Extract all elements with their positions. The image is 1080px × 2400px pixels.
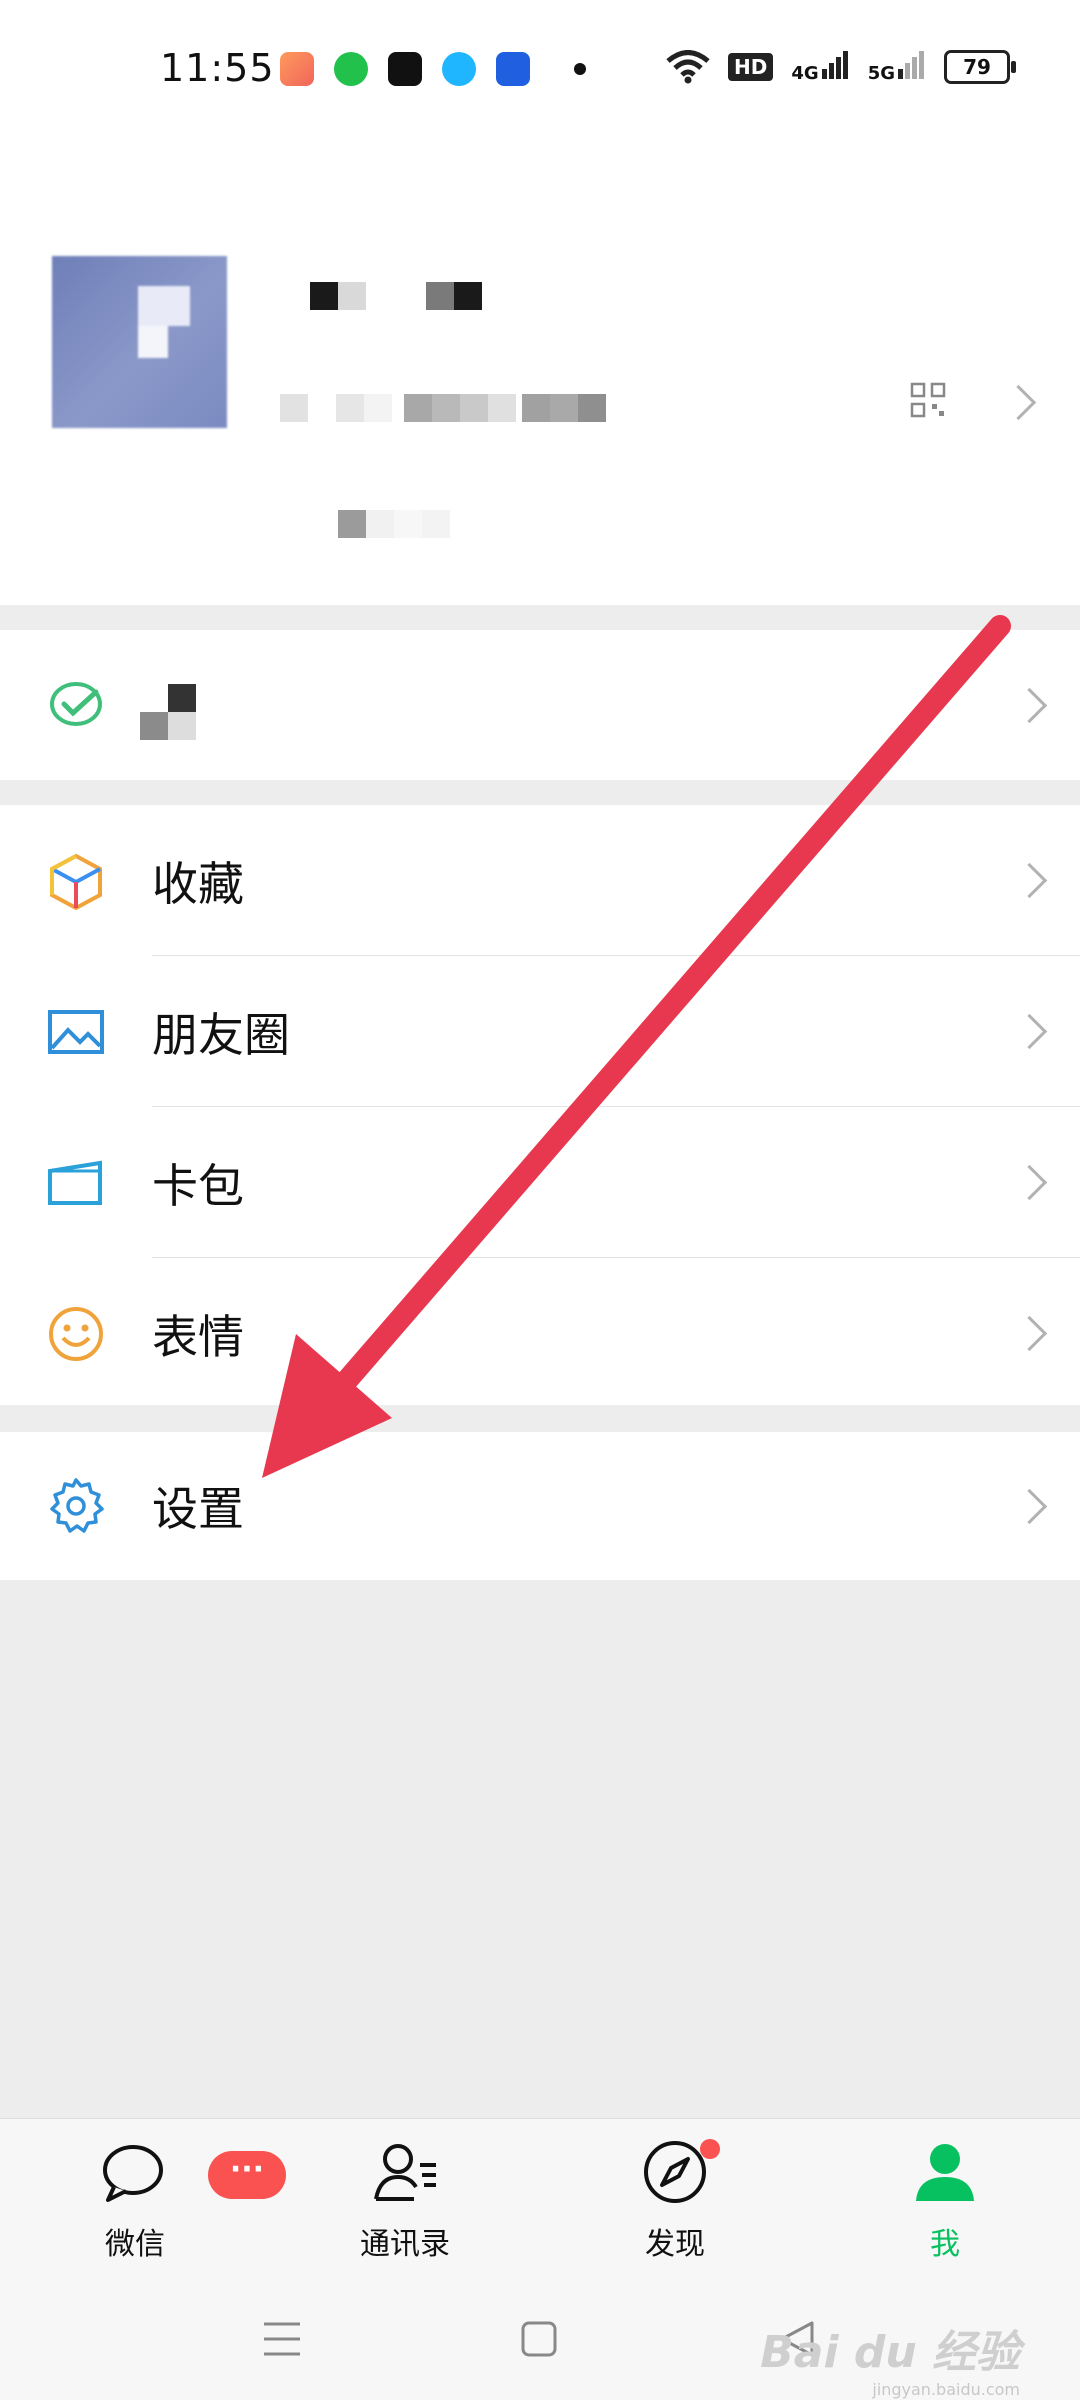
job-app-icon	[496, 52, 530, 86]
avatar-pixel	[138, 326, 168, 358]
contacts-icon	[374, 2144, 436, 2201]
watermark-text: Bai du 经验	[760, 2327, 1020, 2378]
tab-label: 发现	[645, 2227, 705, 2262]
tab-label: 微信	[105, 2227, 165, 2262]
settings-label: 设置	[152, 1482, 244, 1536]
hd-voice-badge: HD	[728, 53, 774, 81]
menu-lines-icon[interactable]	[262, 2320, 302, 2358]
tab-label: 通讯录	[360, 2227, 450, 2262]
chevron-right-icon	[1011, 1315, 1048, 1352]
profile-header[interactable]	[0, 140, 1080, 605]
unread-badge: ···	[208, 2151, 286, 2199]
status-indicators: HD 4G 5G 79	[666, 50, 1016, 84]
person-filled-icon	[916, 2144, 974, 2201]
tiktok-app-icon	[388, 52, 422, 86]
chevron-right-icon	[1011, 1164, 1048, 1201]
status-text-blurred	[338, 510, 450, 538]
chevron-right-icon	[1000, 384, 1037, 421]
menu-item-label: 卡包	[152, 1158, 244, 1213]
home-square-icon[interactable]	[520, 2320, 558, 2358]
chat-bubble-icon	[103, 2145, 163, 2202]
wifi-icon	[666, 50, 710, 84]
wechat-id-blurred	[280, 394, 606, 422]
chevron-right-icon	[1011, 1013, 1048, 1050]
avatar-pixel	[138, 286, 190, 326]
menu-item-label: 收藏	[152, 856, 244, 911]
moments-photo-icon	[48, 1009, 104, 1054]
status-bar: 11:55 HD 4G 5G 79	[0, 0, 1080, 140]
menu-item-cards[interactable]: 卡包	[0, 1107, 1080, 1258]
tab-chats[interactable]: 微信 ···	[55, 2137, 286, 2263]
chevron-right-icon	[1011, 862, 1048, 899]
nickname-blurred	[310, 282, 482, 312]
status-row[interactable]	[0, 630, 1080, 780]
status-blurred	[140, 684, 196, 740]
discover-new-dot	[700, 2139, 720, 2159]
signal-bars-icon	[898, 50, 926, 84]
tab-label: 我	[930, 2227, 960, 2262]
status-check-icon	[50, 682, 102, 726]
menu-item-favorites[interactable]: 收藏	[0, 805, 1080, 956]
baidu-jingyan-watermark: Bai du 经验 jingyan.baidu.com	[760, 2316, 1020, 2399]
avatar[interactable]	[52, 256, 227, 428]
favorites-cube-icon	[50, 853, 102, 910]
menu-item-label: 表情	[152, 1309, 244, 1364]
menu-item-stickers[interactable]: 表情	[0, 1258, 1080, 1409]
menu-item-label: 朋友圈	[152, 1007, 290, 1062]
smiley-sticker-icon	[49, 1306, 103, 1361]
qq-app-icon	[442, 52, 476, 86]
tab-me[interactable]: 我	[865, 2137, 1025, 2263]
menu-list: 收藏 朋友圈 卡包 表情	[0, 805, 1080, 1405]
signal-bars-icon	[821, 50, 850, 84]
system-nav-bar: Bai du 经验 jingyan.baidu.com	[0, 2278, 1080, 2400]
more-notifications-dot-icon	[574, 63, 586, 75]
settings-row[interactable]: 设置	[0, 1432, 1080, 1580]
chevron-right-icon	[1011, 1488, 1048, 1525]
watermark-subtext: jingyan.baidu.com	[872, 2380, 1020, 2399]
game-app-icon	[280, 52, 314, 86]
card-wallet-icon	[48, 1160, 102, 1205]
gear-icon	[50, 1478, 104, 1533]
signal-5g: 5G	[867, 50, 926, 84]
bottom-tab-bar: 微信 ··· 通讯录 发现 我	[0, 2118, 1080, 2279]
question-app-icon	[334, 52, 368, 86]
status-time: 11:55	[160, 46, 275, 90]
menu-item-settings[interactable]: 设置	[0, 1432, 1080, 1580]
notification-icons	[280, 52, 586, 86]
net1-label: 4G	[791, 62, 819, 84]
chevron-right-icon	[1011, 687, 1048, 724]
qr-code-icon[interactable]	[910, 382, 946, 418]
net2-label: 5G	[867, 62, 895, 84]
tab-contacts[interactable]: 通讯录	[325, 2137, 485, 2263]
battery-indicator: 79	[944, 50, 1016, 84]
menu-item-moments[interactable]: 朋友圈	[0, 956, 1080, 1107]
signal-4g: 4G	[791, 50, 850, 84]
tab-discover[interactable]: 发现	[595, 2137, 755, 2263]
